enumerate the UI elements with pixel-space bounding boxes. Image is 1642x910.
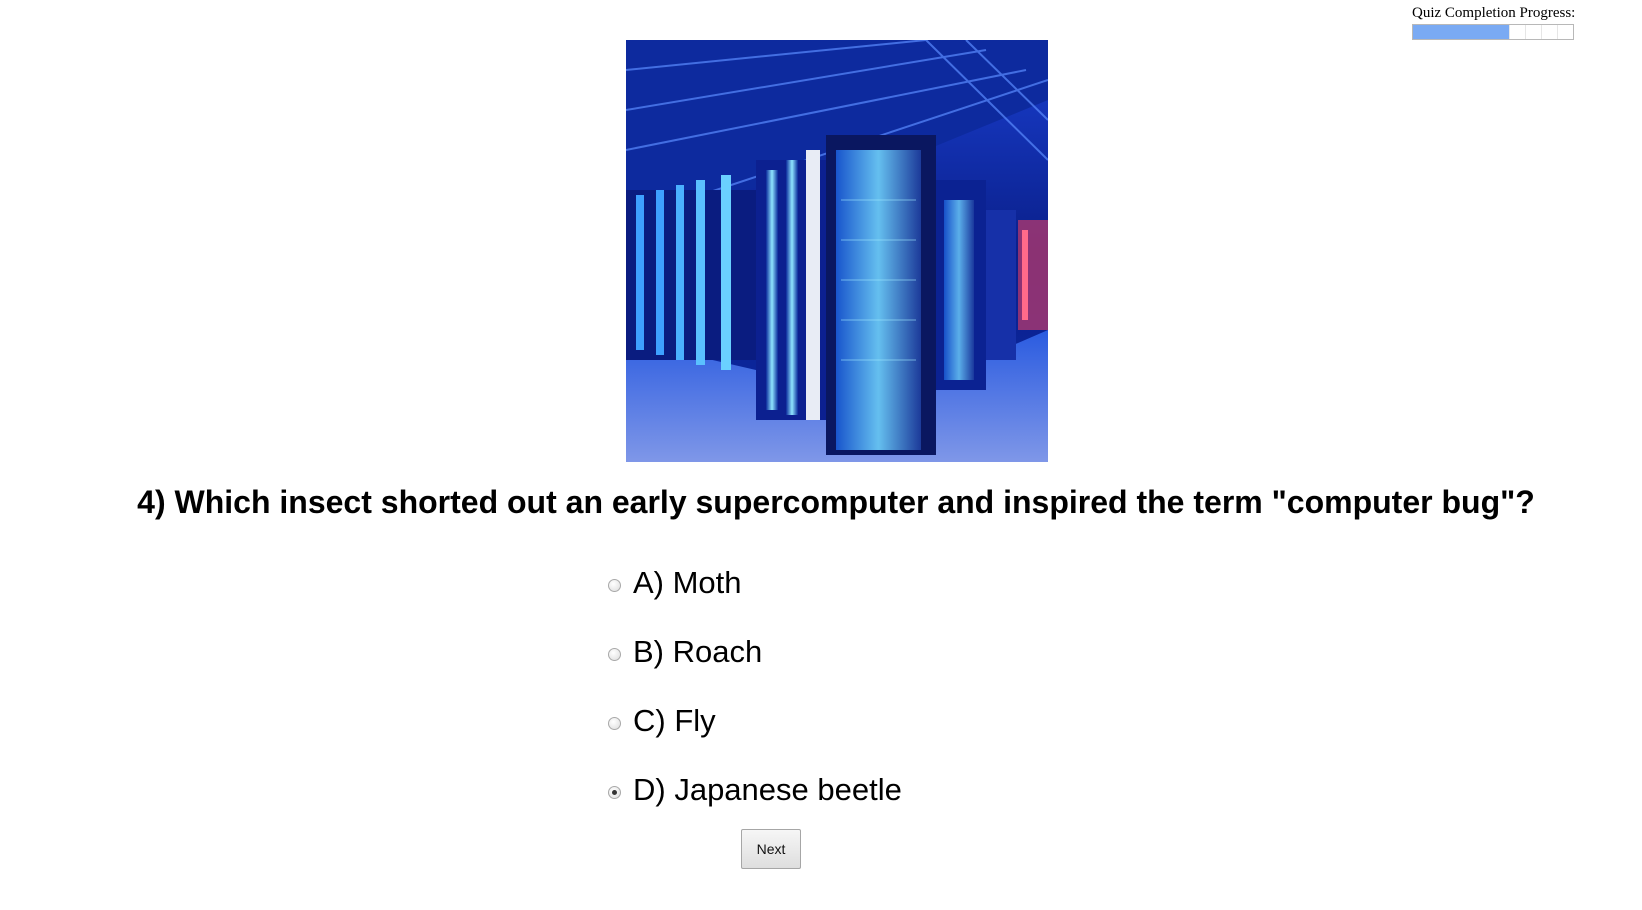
progress-segment [1510, 25, 1526, 39]
progress-segment [1526, 25, 1542, 39]
option-c[interactable]: C) Fly [608, 686, 902, 755]
progress-widget: Quiz Completion Progress: [1412, 4, 1602, 40]
progress-bar [1412, 24, 1574, 40]
option-b[interactable]: B) Roach [608, 617, 902, 686]
progress-segment [1542, 25, 1558, 39]
option-d-label: D) Japanese beetle [633, 771, 902, 807]
option-a-label: A) Moth [633, 564, 742, 600]
quiz-page: Quiz Completion Progress: 4) Which insec… [0, 0, 1642, 910]
option-a[interactable]: A) Moth [608, 548, 902, 617]
progress-fill [1413, 25, 1509, 39]
server-room-illustration [626, 40, 1048, 462]
progress-label: Quiz Completion Progress: [1412, 5, 1576, 21]
progress-segment [1558, 25, 1573, 39]
option-b-label: B) Roach [633, 633, 763, 669]
question-text: 4) Which insect shorted out an early sup… [137, 484, 1535, 520]
option-d[interactable]: D) Japanese beetle [608, 755, 902, 824]
option-c-label: C) Fly [633, 702, 716, 738]
option-b-radio[interactable] [608, 648, 621, 661]
question-image [626, 40, 1048, 462]
next-button[interactable]: Next [741, 829, 801, 869]
option-d-radio[interactable] [608, 786, 621, 799]
option-a-radio[interactable] [608, 579, 621, 592]
answer-options: A) Moth B) Roach C) Fly D) Japanese beet… [608, 548, 902, 824]
option-c-radio[interactable] [608, 717, 621, 730]
